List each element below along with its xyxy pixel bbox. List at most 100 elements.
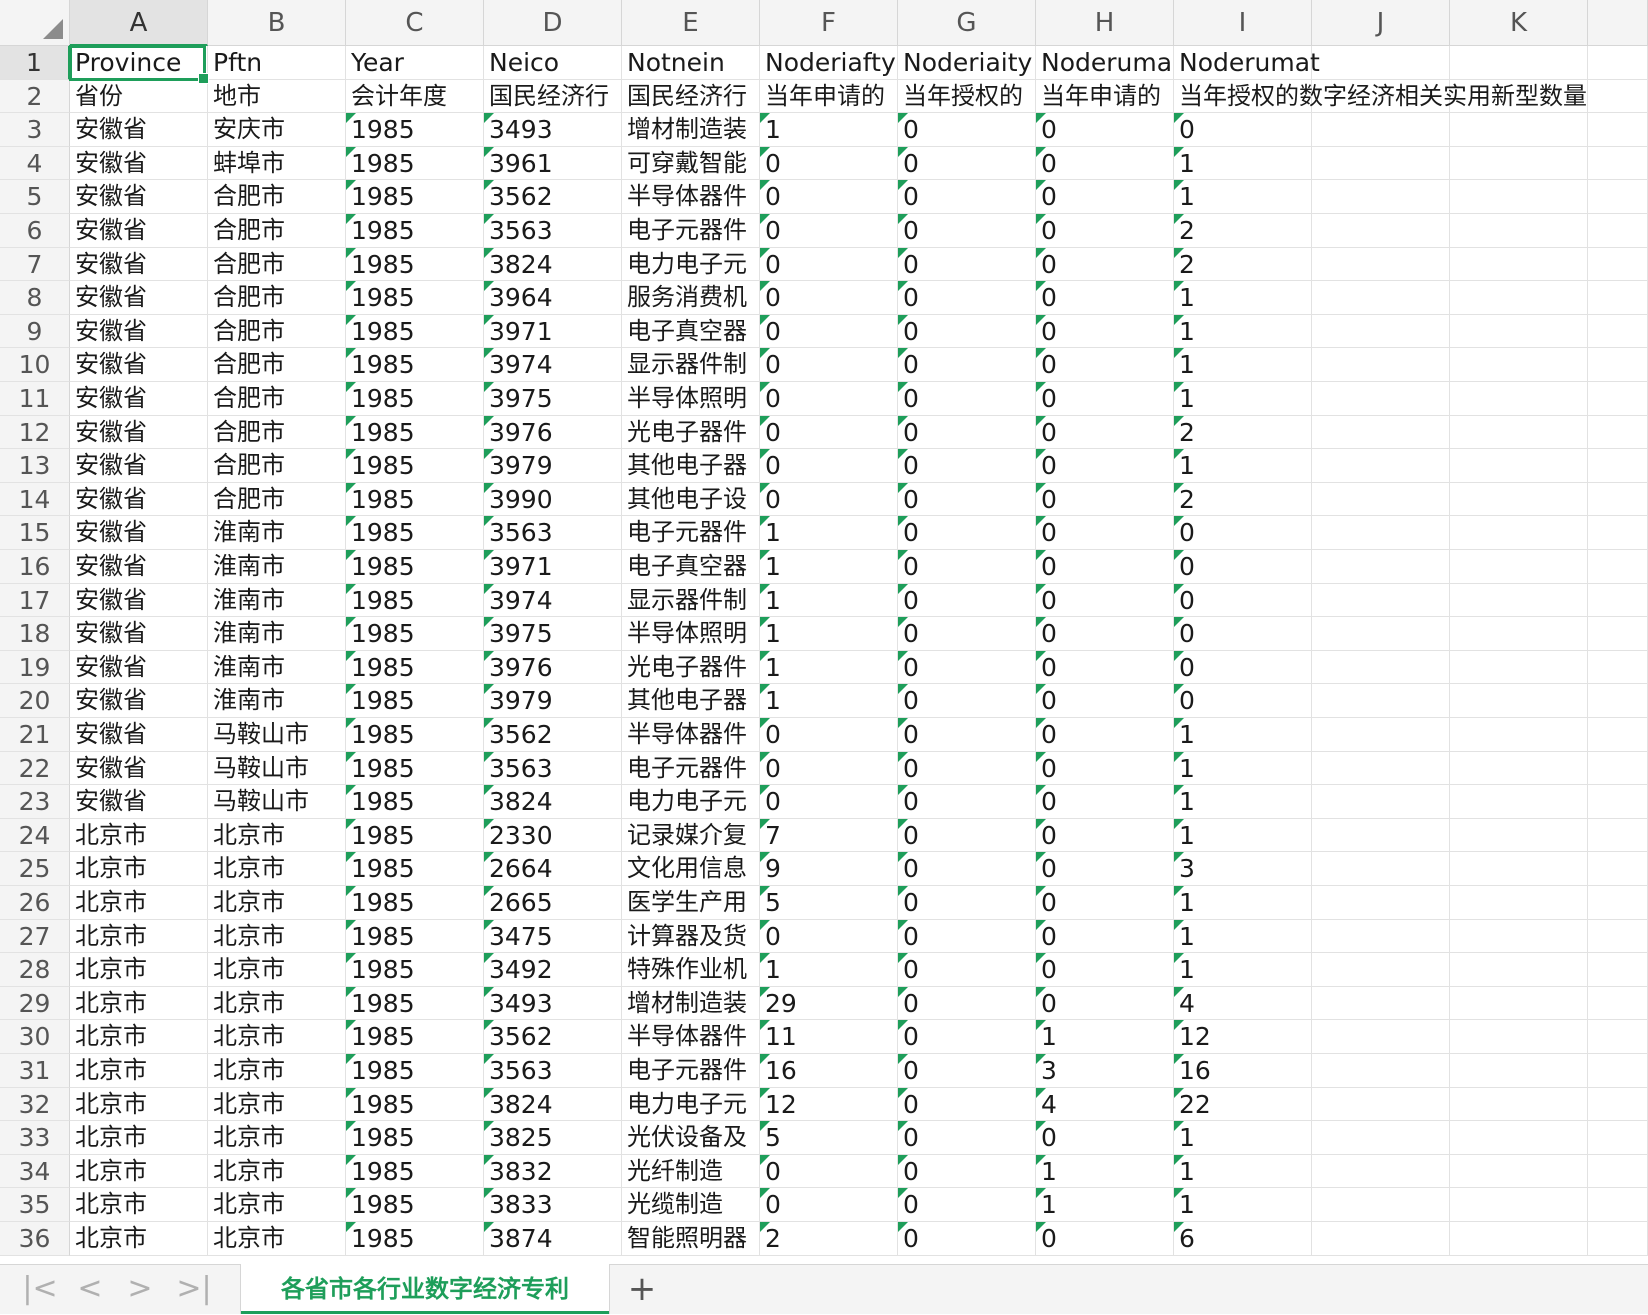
cell-e8[interactable]: 服务消费机 — [622, 281, 760, 315]
cell-a3[interactable]: 安徽省 — [70, 113, 208, 147]
row-header-5[interactable]: 5 — [0, 180, 70, 214]
cell-c26[interactable]: 1985 — [346, 886, 484, 920]
cell-g20[interactable]: 0 — [898, 684, 1036, 718]
row-header-9[interactable]: 9 — [0, 314, 70, 349]
cell-b20[interactable]: 淮南市 — [208, 684, 346, 718]
cell-h30[interactable]: 1 — [1036, 1020, 1174, 1054]
cell-j22[interactable] — [1312, 751, 1450, 786]
cell-i6[interactable]: 2 — [1174, 214, 1312, 248]
cell-d14[interactable]: 3990 — [484, 482, 622, 517]
cell-j19[interactable] — [1312, 650, 1450, 685]
cell-h13[interactable]: 0 — [1036, 449, 1174, 483]
cell-j26[interactable] — [1312, 886, 1450, 920]
cell-j16[interactable] — [1312, 550, 1450, 584]
cell-d24[interactable]: 2330 — [484, 818, 622, 853]
cell-b1[interactable]: Pftn — [208, 46, 346, 80]
cell-h3[interactable]: 0 — [1036, 113, 1174, 147]
cell-g17[interactable]: 0 — [898, 583, 1036, 618]
cell-e11[interactable]: 半导体照明 — [622, 382, 760, 416]
cell-g35[interactable]: 0 — [898, 1188, 1036, 1222]
cell-c1[interactable]: Year — [346, 46, 484, 80]
cell-b26[interactable]: 北京市 — [208, 886, 346, 920]
cell-a21[interactable]: 安徽省 — [70, 718, 208, 752]
cell-i25[interactable]: 3 — [1174, 852, 1312, 886]
cell-d2[interactable]: 国民经济行 — [484, 79, 622, 114]
row-header-33[interactable]: 33 — [0, 1121, 70, 1155]
cell-k30[interactable] — [1450, 1020, 1588, 1054]
cell-a2[interactable]: 省份 — [70, 79, 208, 114]
cell-h17[interactable]: 0 — [1036, 583, 1174, 618]
cell-k22[interactable] — [1450, 751, 1588, 786]
cell-c9[interactable]: 1985 — [346, 314, 484, 349]
cell-k18[interactable] — [1450, 617, 1588, 651]
cell-f33[interactable]: 5 — [760, 1121, 898, 1155]
cell-c14[interactable]: 1985 — [346, 482, 484, 517]
cell-f16[interactable]: 1 — [760, 550, 898, 584]
cell-c17[interactable]: 1985 — [346, 583, 484, 618]
cell-k27[interactable] — [1450, 919, 1588, 954]
cell-h33[interactable]: 0 — [1036, 1121, 1174, 1155]
column-header-b[interactable]: B — [208, 0, 346, 46]
cell-f25[interactable]: 9 — [760, 852, 898, 886]
cell-e34[interactable]: 光纤制造 — [622, 1154, 760, 1189]
cell-i17[interactable]: 0 — [1174, 583, 1312, 618]
cell-e2[interactable]: 国民经济行 — [622, 79, 760, 114]
cell-i31[interactable]: 16 — [1174, 1054, 1312, 1088]
cell-j10[interactable] — [1312, 348, 1450, 382]
cell-h7[interactable]: 0 — [1036, 247, 1174, 282]
cell-d12[interactable]: 3976 — [484, 415, 622, 450]
cell-b23[interactable]: 马鞍山市 — [208, 785, 346, 819]
column-header-i[interactable]: I — [1174, 0, 1312, 46]
cell-h18[interactable]: 0 — [1036, 617, 1174, 651]
cell-d3[interactable]: 3493 — [484, 113, 622, 147]
cell-a33[interactable]: 北京市 — [70, 1121, 208, 1155]
cell-k29[interactable] — [1450, 986, 1588, 1021]
cell-c18[interactable]: 1985 — [346, 617, 484, 651]
row-header-36[interactable]: 36 — [0, 1222, 70, 1256]
cell-c27[interactable]: 1985 — [346, 919, 484, 954]
cell-i7[interactable]: 2 — [1174, 247, 1312, 282]
cell-i4[interactable]: 1 — [1174, 146, 1312, 181]
row-header-32[interactable]: 32 — [0, 1087, 70, 1122]
cell-c5[interactable]: 1985 — [346, 180, 484, 214]
cell-g32[interactable]: 0 — [898, 1087, 1036, 1122]
cell-d7[interactable]: 3824 — [484, 247, 622, 282]
cell-a24[interactable]: 北京市 — [70, 818, 208, 853]
cell-f18[interactable]: 1 — [760, 617, 898, 651]
cell-j1[interactable] — [1312, 46, 1450, 80]
cell-a27[interactable]: 北京市 — [70, 919, 208, 954]
cell-c22[interactable]: 1985 — [346, 751, 484, 786]
cell-b2[interactable]: 地市 — [208, 79, 346, 114]
cell-c28[interactable]: 1985 — [346, 953, 484, 987]
cell-f12[interactable]: 0 — [760, 415, 898, 450]
cell-k19[interactable] — [1450, 650, 1588, 685]
cell-i28[interactable]: 1 — [1174, 953, 1312, 987]
cell-h19[interactable]: 0 — [1036, 650, 1174, 685]
cell-h32[interactable]: 4 — [1036, 1087, 1174, 1122]
cell-k26[interactable] — [1450, 886, 1588, 920]
cell-j30[interactable] — [1312, 1020, 1450, 1054]
cell-i27[interactable]: 1 — [1174, 919, 1312, 954]
row-header-31[interactable]: 31 — [0, 1054, 70, 1088]
row-header-1[interactable]: 1 — [0, 46, 70, 80]
cell-j32[interactable] — [1312, 1087, 1450, 1122]
cell-d21[interactable]: 3562 — [484, 718, 622, 752]
cell-f31[interactable]: 16 — [760, 1054, 898, 1088]
cell-e26[interactable]: 医学生产用 — [622, 886, 760, 920]
cell-k1[interactable] — [1450, 46, 1588, 80]
cell-b14[interactable]: 合肥市 — [208, 482, 346, 517]
cell-j17[interactable] — [1312, 583, 1450, 618]
cell-e24[interactable]: 记录媒介复 — [622, 818, 760, 853]
cell-g33[interactable]: 0 — [898, 1121, 1036, 1155]
cell-j13[interactable] — [1312, 449, 1450, 483]
cell-e29[interactable]: 增材制造装 — [622, 986, 760, 1021]
column-header-k[interactable]: K — [1450, 0, 1588, 46]
cell-j33[interactable] — [1312, 1121, 1450, 1155]
cell-a25[interactable]: 北京市 — [70, 852, 208, 886]
cell-c32[interactable]: 1985 — [346, 1087, 484, 1122]
cell-h21[interactable]: 0 — [1036, 718, 1174, 752]
cell-k24[interactable] — [1450, 818, 1588, 853]
cell-c7[interactable]: 1985 — [346, 247, 484, 282]
row-header-3[interactable]: 3 — [0, 113, 70, 147]
cell-c29[interactable]: 1985 — [346, 986, 484, 1021]
